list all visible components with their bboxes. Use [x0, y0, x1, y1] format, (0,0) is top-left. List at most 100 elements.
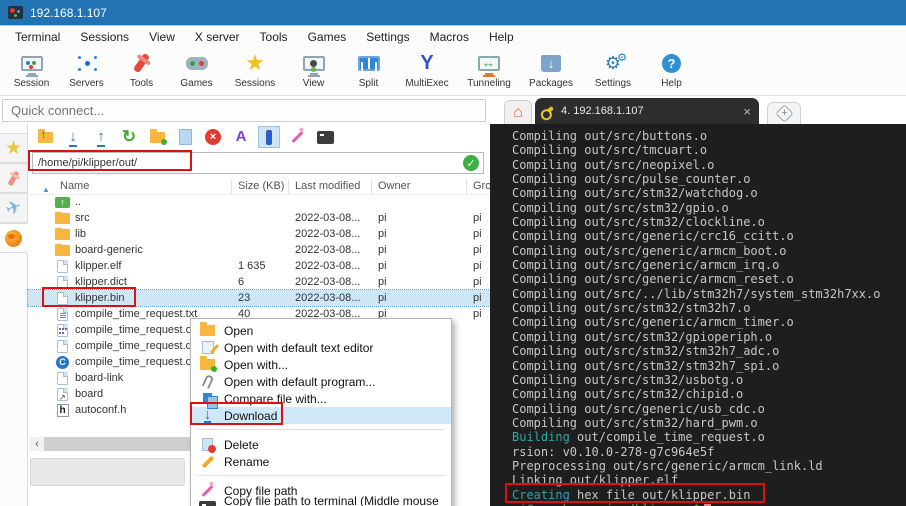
text-file-icon	[55, 308, 70, 321]
sftp-refresh-icon-button[interactable]: ↻	[118, 126, 140, 148]
horizontal-scrollbar[interactable]: ‹	[30, 437, 190, 451]
toolbar-tunneling[interactable]: Tunneling	[458, 50, 520, 89]
terminal-line: Linking out/klipper.elf	[512, 473, 906, 487]
sftp-font-icon-button[interactable]: A	[230, 126, 252, 148]
file-owner: pi	[372, 228, 467, 240]
file-row-klipper-elf[interactable]: klipper.elf1 6352022-03-08...pipi	[28, 258, 490, 274]
scrollbar-thumb[interactable]	[44, 437, 190, 451]
context-menu-open[interactable]: Open	[191, 322, 451, 339]
sftp-new-file-icon-button[interactable]	[174, 126, 196, 148]
menu-help[interactable]: Help	[480, 28, 523, 46]
column-header-owner[interactable]: Owner	[372, 179, 467, 194]
terminal-line: Compiling out/src/stm32/stm32h7.o	[512, 301, 906, 315]
terminal-line: Creating hex file out/klipper.bin	[512, 488, 906, 502]
file-name: klipper.elf	[75, 260, 121, 272]
path-input[interactable]	[32, 152, 484, 174]
sftp-download-icon-button[interactable]: ↓	[62, 126, 84, 148]
menu-sessions[interactable]: Sessions	[71, 28, 138, 46]
edit-doc-icon	[199, 340, 216, 355]
menu-games[interactable]: Games	[299, 28, 356, 46]
side-tab-star-icon[interactable]: ★	[0, 133, 28, 163]
toolbar-multiexec[interactable]: YMultiExec	[396, 50, 458, 89]
folder-plus-icon	[199, 357, 216, 372]
menu-view[interactable]: View	[140, 28, 184, 46]
wand-icon	[296, 130, 299, 144]
scroll-left-arrow-icon[interactable]: ‹	[30, 437, 44, 451]
sftp-upload-icon-button[interactable]: ↑	[90, 126, 112, 148]
toolbar-packages[interactable]: ↓Packages	[520, 50, 582, 89]
font-icon: A	[236, 128, 247, 146]
file-owner: pi	[372, 260, 467, 272]
toolbar-settings[interactable]: ⚙Settings	[582, 50, 644, 89]
tab-192-168-1-107[interactable]: 4. 192.168.1.107 ×	[535, 98, 759, 124]
context-menu-download[interactable]: ↓Download	[191, 407, 451, 424]
side-tab-sftp-globe-icon[interactable]	[0, 223, 28, 253]
terminal-output[interactable]: Compiling out/src/buttons.oCompiling out…	[490, 124, 906, 506]
new-tab-button[interactable]: +	[767, 102, 801, 124]
menu-separator	[191, 424, 451, 436]
file-name: src	[75, 212, 90, 224]
file-icon	[55, 260, 70, 273]
sftp-wand-icon-button[interactable]	[286, 126, 308, 148]
session-icon	[17, 50, 47, 76]
file-modified: 2022-03-08...	[289, 244, 372, 256]
sftp-edit-icon-button[interactable]	[258, 126, 280, 148]
terminal-line: Compiling out/src/generic/armcm_irq.o	[512, 258, 906, 272]
sftp-terminal-icon-button[interactable]	[314, 126, 336, 148]
context-menu-label: Open with default program...	[224, 375, 375, 389]
home-icon: ⌂	[513, 106, 523, 120]
folder-up-icon	[38, 132, 53, 143]
quick-connect-input[interactable]	[2, 99, 486, 122]
object-file-icon	[55, 324, 70, 337]
toolbar-session[interactable]: Session	[4, 50, 59, 89]
context-menu-compare-file-with[interactable]: Compare file with...	[191, 390, 451, 407]
toolbar-tools[interactable]: Tools	[114, 50, 169, 89]
toolbar-sessions[interactable]: ★Sessions	[224, 50, 286, 89]
column-header-name[interactable]: ▲Name	[28, 179, 232, 194]
toolbar-games[interactable]: Games	[169, 50, 224, 89]
menu-settings[interactable]: Settings	[357, 28, 418, 46]
toolbar-view[interactable]: View	[286, 50, 341, 89]
context-menu-delete[interactable]: Delete	[191, 436, 451, 453]
file-row-lib[interactable]: lib2022-03-08...pipi	[28, 226, 490, 242]
column-header-gro[interactable]: Gro	[467, 179, 490, 194]
side-tab-macros-plane-icon[interactable]: ✈	[0, 193, 28, 223]
file-row-src[interactable]: src2022-03-08...pipi	[28, 210, 490, 226]
menu-macros[interactable]: Macros	[421, 28, 478, 46]
context-menu-label: Compare file with...	[224, 392, 327, 406]
menu-terminal[interactable]: Terminal	[6, 28, 69, 46]
terminal-icon	[317, 131, 334, 144]
file-modified: 2022-03-08...	[289, 228, 372, 240]
status-area	[30, 458, 185, 486]
toolbar-servers[interactable]: Servers	[59, 50, 114, 89]
column-header-last-modified[interactable]: Last modified	[289, 179, 372, 194]
sftp-toolbar: ↓ ↑ ↻ × A	[34, 125, 336, 149]
file-row-board-generic[interactable]: board-generic2022-03-08...pipi	[28, 242, 490, 258]
context-menu-open-with[interactable]: Open with...	[191, 356, 451, 373]
toolbar-help[interactable]: ?Help	[644, 50, 699, 89]
sftp-delete-icon-button[interactable]: ×	[202, 126, 224, 148]
side-tab-tools-knife-icon[interactable]	[0, 163, 28, 193]
toolbar-split[interactable]: Split	[341, 50, 396, 89]
close-icon[interactable]: ×	[743, 105, 751, 118]
help-icon: ?	[657, 50, 687, 76]
home-tab[interactable]: ⌂	[504, 100, 532, 124]
file-name: klipper.bin	[75, 292, 125, 304]
column-header-size-kb[interactable]: Size (KB)	[232, 179, 289, 194]
terminal-line: Compiling out/src/generic/armcm_timer.o	[512, 315, 906, 329]
sftp-folder-up-icon-button[interactable]	[34, 126, 56, 148]
menu-x-server[interactable]: X server	[186, 28, 249, 46]
file-row-klipper-bin[interactable]: klipper.bin232022-03-08...pipi	[28, 290, 490, 306]
sftp-new-folder-icon-button[interactable]	[146, 126, 168, 148]
context-menu-rename[interactable]: Rename	[191, 453, 451, 470]
context-menu-open-with-default-text-editor[interactable]: Open with default text editor	[191, 339, 451, 356]
context-menu-open-with-default-program[interactable]: Open with default program...	[191, 373, 451, 390]
file-row-parent[interactable]: ↑..	[28, 194, 490, 210]
rename-pencil-icon	[199, 454, 216, 469]
file-row-klipper-dict[interactable]: klipper.dict62022-03-08...pipi	[28, 274, 490, 290]
new-tab-icon: +	[775, 104, 793, 122]
file-name: board	[75, 388, 103, 400]
context-menu-copy-file-path-to-terminal-middle-mouse-click[interactable]: Copy file path to terminal (Middle mouse…	[191, 499, 451, 506]
folder-icon	[199, 323, 216, 338]
menu-tools[interactable]: Tools	[251, 28, 297, 46]
